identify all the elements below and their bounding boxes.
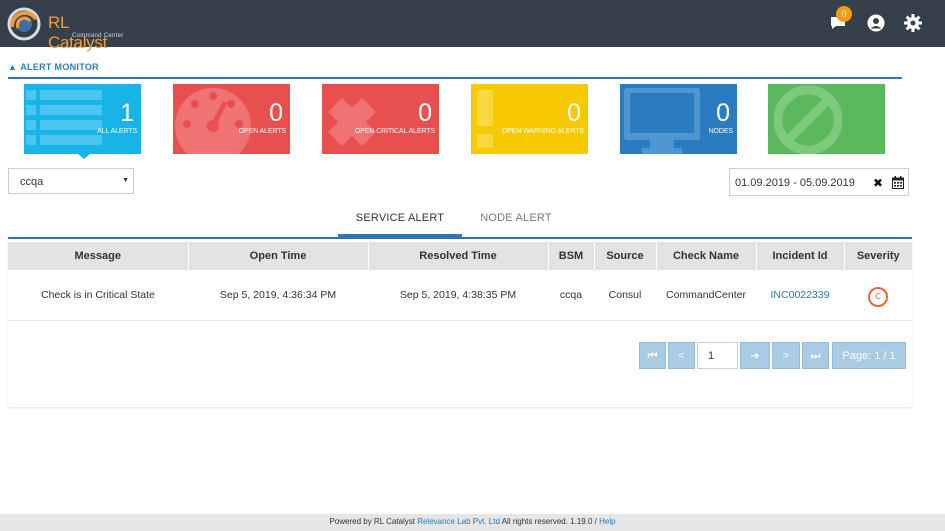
notification-badge: 0 bbox=[836, 6, 852, 22]
tab-node-alert[interactable]: NODE ALERT bbox=[462, 212, 570, 224]
alerts-table: Message Open Time Resolved Time BSM Sour… bbox=[8, 242, 912, 321]
card-label: OPEN CRITICAL ALERTS bbox=[354, 128, 435, 135]
column-header-bsm[interactable]: BSM bbox=[548, 242, 595, 270]
card-disabled[interactable] bbox=[768, 84, 885, 154]
card-open-warning-alerts[interactable]: 0 OPEN WARNING ALERTS bbox=[471, 84, 588, 154]
date-range-picker[interactable]: 01.09.2019 - 05.09.2019 ✖ bbox=[729, 168, 909, 196]
page-number-value: 1 bbox=[708, 350, 715, 362]
ban-icon bbox=[768, 84, 885, 154]
date-range-value: 01.09.2019 - 05.09.2019 bbox=[735, 177, 855, 189]
card-value: 0 bbox=[567, 99, 581, 127]
footer: Powered by RL Catalyst Relevance Lab Pvt… bbox=[0, 514, 945, 531]
go-page-button[interactable]: ➔ bbox=[740, 342, 770, 369]
next-page-button[interactable]: > bbox=[772, 342, 800, 369]
section-title-text: ALERT MONITOR bbox=[20, 62, 99, 72]
last-page-button[interactable]: ⏭ bbox=[802, 342, 829, 369]
clear-date-icon[interactable]: ✖ bbox=[873, 176, 883, 190]
column-header-check-name[interactable]: Check Name bbox=[656, 242, 757, 270]
page-number-input[interactable]: 1 bbox=[697, 342, 738, 369]
footer-middle: All rights reserved. 1.19.0 / bbox=[499, 517, 600, 526]
table-header-row: Message Open Time Resolved Time BSM Sour… bbox=[8, 242, 912, 270]
caret-down-icon: ▼ bbox=[122, 177, 129, 184]
cell-bsm: ccqa bbox=[548, 270, 594, 321]
environment-select[interactable]: ccqa ▼ bbox=[8, 168, 134, 194]
card-label: OPEN ALERTS bbox=[238, 128, 287, 135]
card-label: NODES bbox=[708, 128, 734, 135]
cell-source: Consul bbox=[594, 270, 656, 321]
logo-subtitle: Command Center bbox=[72, 33, 124, 39]
footer-prefix: Powered by RL Catalyst bbox=[329, 517, 418, 526]
settings-gear-icon[interactable] bbox=[903, 13, 923, 33]
cell-open-time: Sep 5, 2019, 4:36:34 PM bbox=[188, 270, 368, 321]
active-card-pointer bbox=[77, 153, 91, 159]
card-open-critical-alerts[interactable]: 0 OPEN CRITICAL ALERTS bbox=[322, 84, 439, 154]
section-divider bbox=[8, 77, 902, 79]
column-header-open-time[interactable]: Open Time bbox=[188, 242, 369, 270]
incident-id-link[interactable]: INC0022339 bbox=[756, 270, 844, 321]
cell-check-name: CommandCenter bbox=[656, 270, 756, 321]
card-value: 0 bbox=[716, 99, 730, 127]
cell-severity: C bbox=[844, 270, 912, 321]
severity-critical-icon: C bbox=[868, 286, 888, 307]
logo-icon bbox=[7, 7, 41, 41]
cell-message: Check is in Critical State bbox=[8, 270, 188, 321]
cell-resolved-time: Sep 5, 2019, 4:38:35 PM bbox=[368, 270, 548, 321]
card-all-alerts[interactable]: 1 ALL ALERTS bbox=[24, 84, 141, 154]
section-title: ▲ ALERT MONITOR bbox=[8, 62, 99, 72]
card-open-alerts[interactable]: 0 OPEN ALERTS bbox=[173, 84, 290, 154]
company-link[interactable]: Relevance Lab Pvt. Ltd bbox=[417, 517, 500, 526]
column-header-severity[interactable]: Severity bbox=[844, 242, 912, 270]
column-header-incident-id[interactable]: Incident Id bbox=[756, 242, 845, 270]
prev-page-button[interactable]: < bbox=[668, 342, 695, 369]
user-account-icon[interactable] bbox=[866, 13, 886, 33]
column-header-message[interactable]: Message bbox=[8, 242, 189, 270]
first-page-button[interactable]: ⏮ bbox=[639, 342, 666, 369]
top-navbar: RL Catalyst Command Center 0 bbox=[0, 0, 945, 52]
page-info: Page: 1 / 1 bbox=[832, 342, 906, 369]
help-link[interactable]: Help bbox=[599, 517, 615, 526]
environment-select-value: ccqa bbox=[20, 176, 44, 188]
card-label: OPEN WARNING ALERTS bbox=[501, 128, 584, 135]
card-label: ALL ALERTS bbox=[97, 128, 137, 135]
card-value: 1 bbox=[120, 99, 134, 127]
table-row[interactable]: Check is in Critical State Sep 5, 2019, … bbox=[8, 270, 912, 321]
tab-service-alert[interactable]: SERVICE ALERT bbox=[338, 212, 462, 224]
app-logo[interactable]: RL Catalyst Command Center bbox=[6, 3, 126, 52]
calendar-icon[interactable] bbox=[892, 176, 904, 192]
card-value: 0 bbox=[418, 99, 432, 127]
column-header-resolved-time[interactable]: Resolved Time bbox=[368, 242, 549, 270]
column-header-source[interactable]: Source bbox=[594, 242, 657, 270]
card-nodes[interactable]: 0 NODES bbox=[620, 84, 737, 154]
card-value: 0 bbox=[269, 99, 283, 127]
warning-icon: ▲ bbox=[8, 62, 18, 72]
